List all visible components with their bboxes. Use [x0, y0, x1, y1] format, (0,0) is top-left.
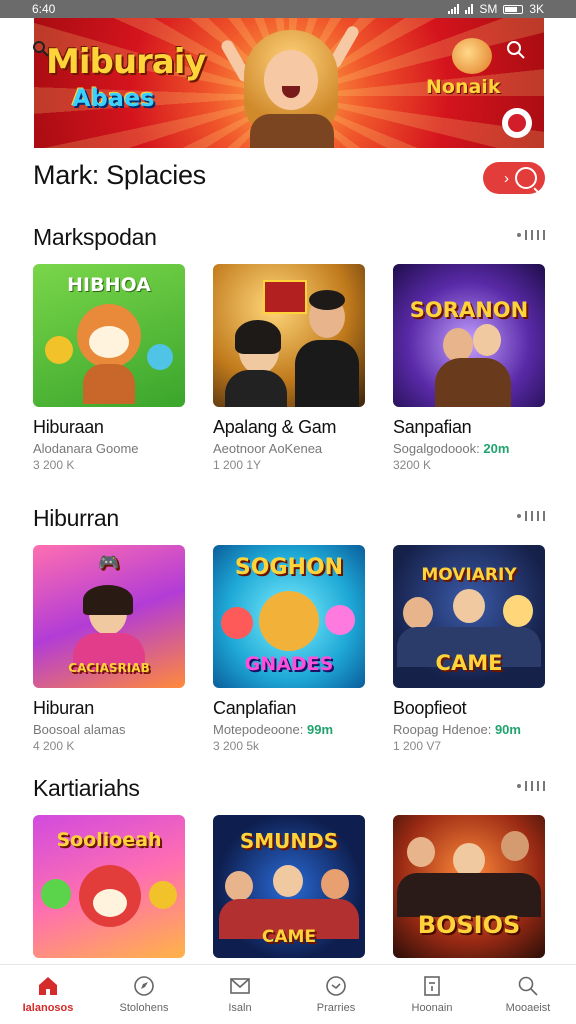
- nav-label: Mooaeist: [505, 1002, 551, 1014]
- game-title: Apalang & Gam: [213, 417, 337, 437]
- more-icon[interactable]: [517, 781, 545, 791]
- banner-subtitle: Abaes: [72, 84, 155, 112]
- mail-icon: [229, 975, 251, 997]
- game-title: Boopfieot: [393, 698, 467, 718]
- battery-icon: [503, 4, 524, 14]
- banner-logo-text: Nonaik: [426, 76, 501, 98]
- more-icon[interactable]: [517, 511, 545, 521]
- game-card[interactable]: 🎮 CACIASRIAB Hiburan Boosoal alamas 4 20…: [33, 545, 185, 753]
- search-icon: [517, 975, 539, 997]
- search-icon[interactable]: [506, 40, 528, 62]
- game-thumbnail: [213, 264, 365, 407]
- search-icon: [515, 167, 537, 189]
- game-thumbnail: SORANON: [393, 264, 545, 407]
- document-icon: [421, 975, 443, 997]
- page-title: Mark: Splacies: [33, 160, 206, 190]
- banner-badge-icon[interactable]: [502, 108, 532, 138]
- game-meta: Aeotnoor AoKenea: [213, 441, 323, 456]
- game-count: 3200 K: [393, 458, 432, 472]
- game-card[interactable]: HIBHOA Hiburaan Alodanara Goome 3 200 K: [33, 264, 185, 472]
- nav-label: Hoonain: [411, 1002, 453, 1014]
- home-icon: [37, 975, 59, 997]
- search-button[interactable]: ›: [483, 162, 545, 194]
- chevron-right-icon: ›: [504, 169, 509, 187]
- compass-icon: [133, 975, 155, 997]
- game-meta: Sogalgodoook: 20m: [393, 441, 510, 456]
- hero-banner[interactable]: Miburaiy Abaes Nonaik: [34, 18, 544, 148]
- game-card[interactable]: SMUNDS CAME: [213, 815, 365, 958]
- nav-item-compass[interactable]: Stolohens: [96, 965, 192, 1024]
- nav-item-search[interactable]: Mooaeist: [480, 965, 576, 1024]
- clock-icon: [325, 975, 347, 997]
- bottom-navigation: Ialanosos Stolohens Isaln Prarries Hoona…: [0, 964, 576, 1024]
- game-meta: Roopag Hdenoe: 90m: [393, 722, 521, 737]
- more-icon[interactable]: [517, 230, 545, 240]
- status-bar: 6:40 SM 3K: [0, 0, 576, 18]
- status-time: 6:40: [32, 2, 56, 16]
- game-thumbnail: SOGHON GNADES: [213, 545, 365, 688]
- nav-label: Stolohens: [119, 1002, 169, 1014]
- game-title: Hiburan: [33, 698, 94, 718]
- banner-title: Miburaiy: [46, 42, 207, 82]
- game-meta: Alodanara Goome: [33, 441, 139, 456]
- nav-label: Isaln: [228, 1002, 252, 1014]
- game-count: 3 200 K: [33, 458, 75, 472]
- banner-mascot-image: [452, 38, 492, 74]
- section-title: Hiburran: [33, 505, 119, 531]
- section-markspodan: Markspodan HIBHOA Hiburaan Alodanara Goo…: [33, 224, 545, 472]
- section-title: Markspodan: [33, 224, 157, 250]
- game-thumbnail: SMUNDS CAME: [213, 815, 365, 958]
- section-kartiariahs: Kartiariahs Soolioeah SMUNDS CAME BOSIOS: [33, 775, 545, 958]
- signal-icon-2: [465, 4, 474, 14]
- section-title: Kartiariahs: [33, 775, 140, 801]
- game-thumbnail: MOVIARIY CAME: [393, 545, 545, 688]
- nav-item-home[interactable]: Ialanosos: [0, 965, 96, 1024]
- back-search-icon[interactable]: [32, 40, 50, 58]
- game-meta: Boosoal alamas: [33, 722, 126, 737]
- game-count: 4 200 K: [33, 739, 75, 753]
- game-meta: Motepodeoone: 99m: [213, 722, 334, 737]
- game-title: Canplafian: [213, 698, 297, 718]
- nav-label: Prarries: [316, 1002, 356, 1014]
- game-card[interactable]: SORANON Sanpafian Sogalgodoook: 20m 3200…: [393, 264, 545, 472]
- nav-item-document[interactable]: Hoonain: [384, 965, 480, 1024]
- game-thumbnail: 🎮 CACIASRIAB: [33, 545, 185, 688]
- game-card[interactable]: Soolioeah: [33, 815, 185, 958]
- nav-label: Ialanosos: [22, 1002, 74, 1014]
- signal-icon: [448, 4, 460, 14]
- game-thumbnail: HIBHOA: [33, 264, 185, 407]
- game-count: 1 200 V7: [393, 739, 442, 753]
- game-thumbnail: Soolioeah: [33, 815, 185, 958]
- game-count: 3 200 5k: [213, 739, 260, 753]
- nav-item-mail[interactable]: Isaln: [192, 965, 288, 1024]
- game-title: Sanpafian: [393, 417, 472, 437]
- section-hiburran: Hiburran 🎮 CACIASRIAB Hiburan Boosoal al…: [33, 505, 545, 753]
- game-count: 1 200 1Y: [213, 458, 262, 472]
- game-card[interactable]: MOVIARIY CAME Boopfieot Roopag Hdenoe: 9…: [393, 545, 545, 753]
- game-card[interactable]: Apalang & Gam Aeotnoor AoKenea 1 200 1Y: [213, 264, 365, 472]
- nav-item-clock[interactable]: Prarries: [288, 965, 384, 1024]
- game-title: Hiburaan: [33, 417, 104, 437]
- battery-text: 3K: [529, 2, 544, 16]
- banner-character-image: [219, 24, 361, 148]
- game-card[interactable]: SOGHON GNADES Canplafian Motepodeoone: 9…: [213, 545, 365, 753]
- game-thumbnail: BOSIOS: [393, 815, 545, 958]
- status-icons: SM 3K: [448, 2, 544, 16]
- status-text: SM: [479, 2, 498, 16]
- game-card[interactable]: BOSIOS: [393, 815, 545, 958]
